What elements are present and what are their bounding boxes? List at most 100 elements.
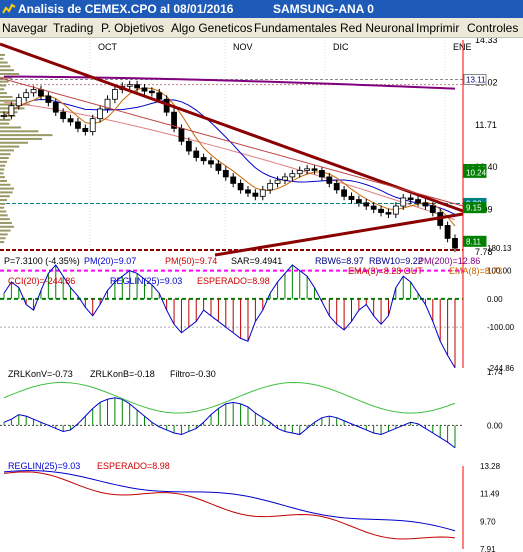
menu-fundamentales[interactable]: Fundamentales	[254, 21, 337, 35]
candle-body	[392, 205, 399, 215]
chart-area[interactable]: OCTNOVDICENE14.3313.0211.7110.409.097.78…	[0, 38, 523, 552]
candle-body	[370, 205, 377, 210]
candle-body	[134, 84, 140, 89]
volume-profile-bar	[0, 145, 20, 148]
reglin-axis-tick: 13.28	[480, 462, 501, 471]
candle-body	[15, 97, 22, 107]
candle-body	[400, 197, 407, 207]
trendline-up	[214, 212, 464, 257]
price-axis-tick: 14.33	[475, 38, 498, 45]
candle-body	[311, 168, 318, 171]
candle-body	[326, 176, 333, 184]
volume-profile-bar	[0, 53, 5, 56]
menu-imprimir[interactable]: Imprimir	[416, 21, 459, 35]
month-label-nov: NOV	[233, 42, 253, 52]
candle-body	[23, 92, 30, 99]
price-tag-label: 13.11	[466, 75, 486, 84]
candle-body	[245, 189, 251, 194]
month-label-ene: ENE	[453, 42, 472, 52]
label-rbw10: RBW10=9.22	[369, 256, 423, 266]
volume-profile-bar	[0, 149, 14, 152]
reglin-axis-tick: 11.49	[480, 490, 500, 499]
label-reglin: REGLIN(25)=9.03	[8, 461, 81, 471]
label-esperado: ESPERADO=8.98	[97, 461, 170, 471]
label-rbw6: RBW6=8.97	[315, 256, 364, 266]
menu-controles[interactable]: Controles	[467, 21, 518, 35]
month-label-dic: DIC	[333, 42, 349, 52]
label-price: P=7.3100 (-4.35%)	[4, 256, 80, 266]
candle-body	[444, 225, 451, 239]
candle-body	[8, 105, 15, 116]
candle-body	[422, 202, 429, 207]
candle-body	[385, 212, 392, 215]
app-icon	[2, 3, 16, 14]
candle-body	[60, 111, 67, 120]
candle-body	[148, 90, 155, 94]
candle-body	[415, 199, 421, 204]
label-cci: CCI(20)=-244.86	[8, 276, 76, 286]
cci-axis-tick: 0.00	[487, 295, 503, 304]
volume-profile-bar	[0, 221, 12, 224]
volume-profile-bar	[0, 92, 7, 95]
pm50-line	[3, 87, 456, 227]
charts-svg[interactable]: OCTNOVDICENE14.3313.0211.7110.409.097.78…	[0, 38, 523, 552]
volume-profile-bar	[0, 176, 5, 179]
candle-body	[274, 179, 281, 184]
volume-profile-bar	[0, 122, 10, 125]
volume-profile-bar	[0, 157, 9, 160]
candle-body	[355, 199, 362, 204]
candle-body	[97, 108, 104, 120]
candle-body	[89, 118, 96, 132]
label-reglin-cci: REGLIN(25)=9.03	[110, 276, 183, 286]
volume-profile-bar	[0, 61, 8, 64]
candle-body	[319, 170, 325, 178]
label-pm20: PM(20)=9.07	[84, 256, 137, 266]
candle-body	[141, 87, 148, 92]
candle-body	[67, 118, 74, 123]
volume-profile-bar	[0, 199, 7, 202]
candle-body	[45, 95, 52, 103]
volume-profile-bar	[0, 218, 10, 221]
candle-body	[407, 197, 414, 200]
candle-body	[156, 92, 163, 100]
candle-body	[1, 115, 7, 117]
price-tag-label: 9.15	[466, 204, 482, 213]
candle-body	[341, 189, 347, 197]
volume-profile-bar	[0, 202, 6, 205]
price-tag-label: 8.11	[466, 237, 482, 246]
reglin-axis-tick: 9.70	[480, 517, 496, 526]
menu-bar: Navegar Trading P. Objetivos Algo Geneti…	[0, 18, 523, 38]
candle-body	[178, 127, 185, 142]
title-bar: Analisis de CEMEX.CPO al 08/01/2016 SAMS…	[0, 0, 523, 18]
zrl-axis-tick: 0.00	[487, 421, 503, 430]
label-sar: SAR=9.4941	[231, 256, 283, 266]
menu-trading[interactable]: Trading	[53, 21, 93, 35]
volume-profile-bar	[0, 153, 11, 156]
channel-line	[0, 77, 464, 207]
volume-profile-bar	[0, 69, 14, 72]
esperado-line	[3, 471, 456, 540]
volume-profile-bar	[0, 233, 8, 236]
volume-profile-bar	[0, 191, 13, 194]
candle-body	[52, 102, 59, 113]
window-title: Analisis de CEMEX.CPO al 08/01/2016	[18, 2, 234, 16]
volume-profile-bar	[0, 141, 28, 144]
zrl-konv-line	[3, 397, 456, 449]
volume-profile-bar	[0, 179, 7, 182]
menu-navegar[interactable]: Navegar	[2, 21, 47, 35]
volume-profile-bar	[0, 57, 4, 60]
candle-body	[82, 127, 89, 132]
volume-profile-bar	[0, 172, 4, 175]
volume-profile-bar	[0, 95, 13, 98]
label-pm50: PM(50)=9.74	[165, 256, 218, 266]
menu-p-objetivos[interactable]: P. Objetivos	[101, 21, 164, 35]
volume-profile-bar	[0, 206, 5, 209]
volume-profile-bar	[0, 183, 11, 186]
volume-profile-bar	[0, 126, 21, 129]
candle-body	[348, 195, 355, 200]
menu-red-neuronal[interactable]: Red Neuronal	[340, 21, 414, 35]
pm200-line	[3, 75, 456, 90]
candle-body	[237, 182, 244, 191]
volume-profile-bar	[0, 225, 14, 228]
menu-algo-geneticos[interactable]: Algo Geneticos	[171, 21, 252, 35]
